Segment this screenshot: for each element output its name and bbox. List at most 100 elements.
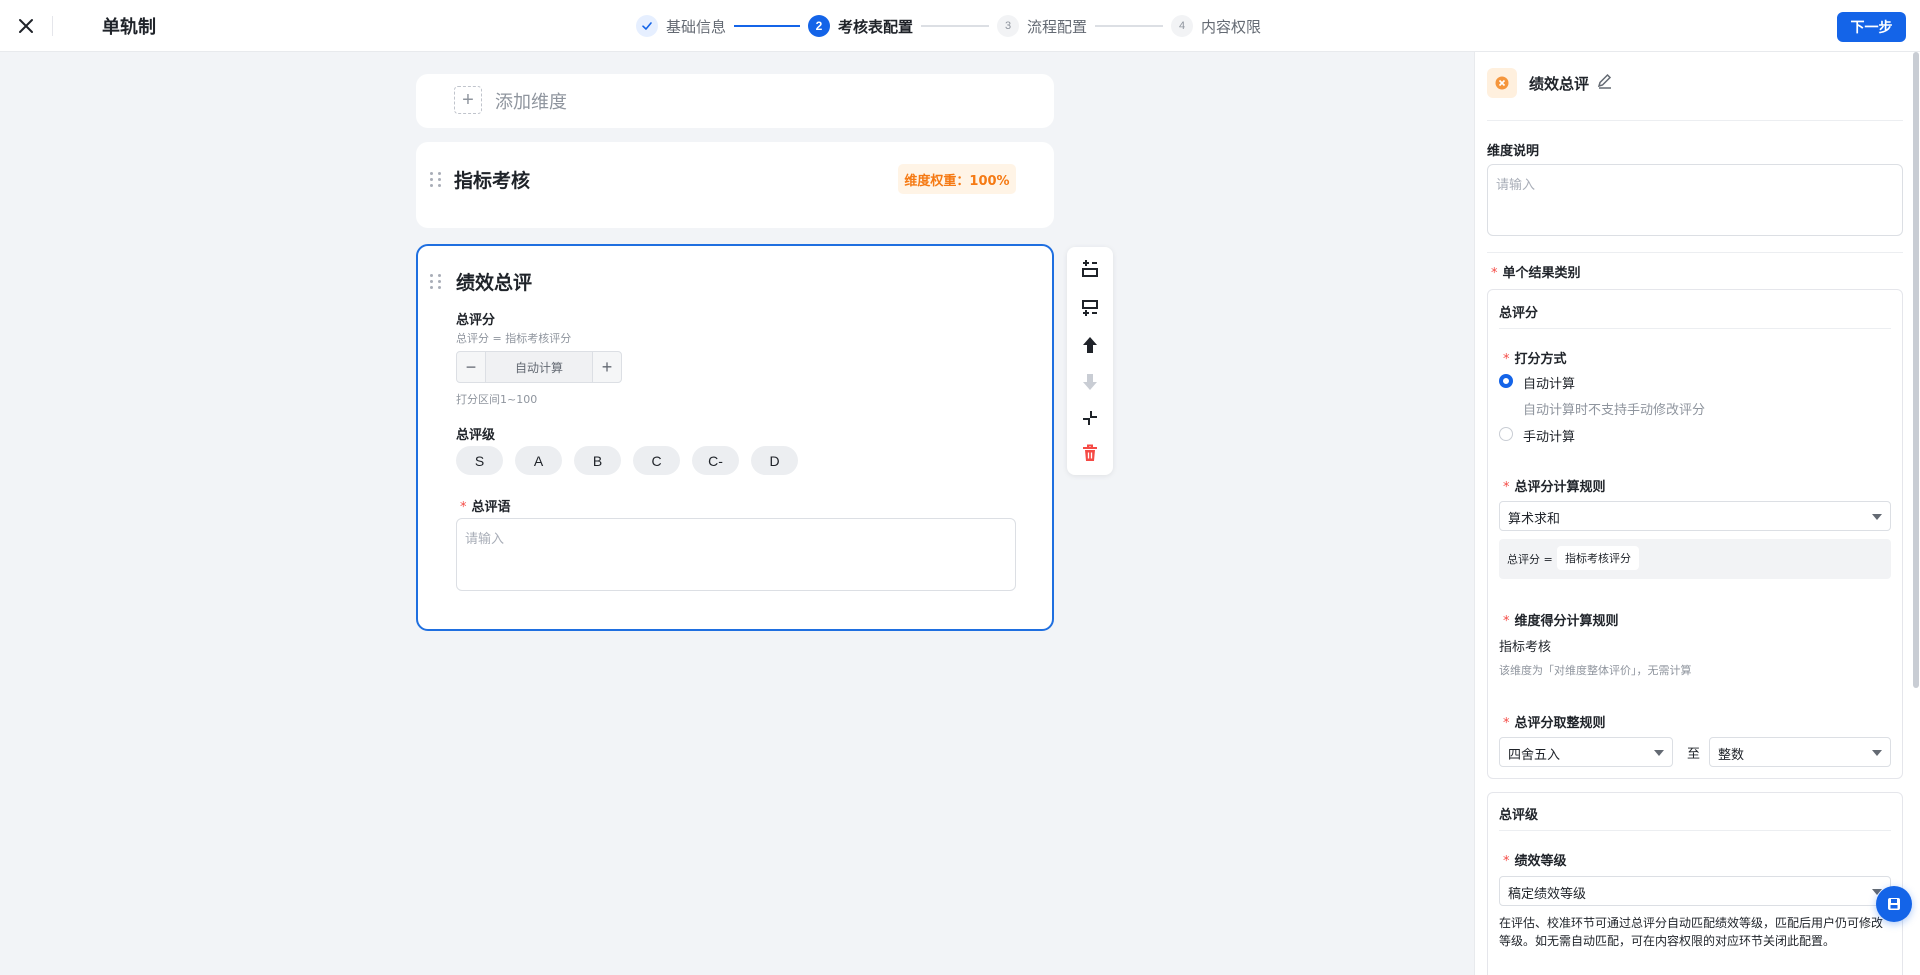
add-dimension-label: 添加维度 <box>495 92 567 113</box>
round-rule-label: * 总评分取整规则 <box>1503 716 1606 731</box>
dim-rule-label: * 维度得分计算规则 <box>1503 614 1619 629</box>
auto-hint: 自动计算时不支持手动修改评分 <box>1523 403 1706 418</box>
step-number: 4 <box>1171 15 1194 37</box>
select-value: 稿定绩效等级 <box>1508 887 1587 902</box>
step-basic-info[interactable]: 基础信息 <box>636 15 726 37</box>
dimension-title: 指标考核 <box>454 170 531 192</box>
calc-rule-select[interactable]: 算术求和 <box>1499 501 1891 531</box>
calc-rule-label: * 总评分计算规则 <box>1503 480 1606 495</box>
move-down-icon[interactable] <box>1078 370 1102 394</box>
comment-label: * 总评语 <box>460 500 511 515</box>
round-method-select[interactable]: 四舍五入 <box>1499 737 1673 767</box>
score-range-text: 打分区间1~100 <box>456 393 538 406</box>
total-grade-label: 总评级 <box>456 428 496 443</box>
stepper-value: 自动计算 <box>485 352 593 382</box>
radio-manual-label[interactable]: 手动计算 <box>1523 426 1575 445</box>
save-float-button[interactable] <box>1876 886 1912 922</box>
trash-icon[interactable] <box>1078 441 1102 465</box>
insert-above-icon[interactable] <box>1078 257 1102 281</box>
page-title: 单轨制 <box>102 17 156 38</box>
step-label: 流程配置 <box>1027 17 1088 36</box>
radio-auto[interactable] <box>1499 374 1513 388</box>
step-connector <box>734 25 801 27</box>
comment-textarea[interactable]: 请输入 <box>456 518 1016 591</box>
desc-textarea[interactable]: 请输入 <box>1487 164 1903 236</box>
drag-handle-icon[interactable] <box>430 274 442 290</box>
divider <box>1499 830 1891 831</box>
grade-pill[interactable]: C- <box>692 446 739 475</box>
dimension-type-icon <box>1487 68 1517 98</box>
round-unit-select[interactable]: 整数 <box>1709 737 1891 767</box>
move-up-icon[interactable] <box>1078 333 1102 357</box>
required-mark: * <box>1503 352 1510 367</box>
chevron-down-icon <box>1872 750 1882 756</box>
required-mark: * <box>1503 614 1510 629</box>
drag-handle-icon[interactable] <box>430 172 442 188</box>
grade-pill[interactable]: A <box>515 446 562 475</box>
desc-label: 维度说明 <box>1487 144 1540 159</box>
chevron-down-icon <box>1654 750 1664 756</box>
grade-pill[interactable]: C <box>633 446 680 475</box>
next-step-button[interactable]: 下一步 <box>1837 12 1906 42</box>
divider <box>1487 252 1903 253</box>
step-number: 2 <box>808 15 831 37</box>
total-score-label: 总评分 <box>456 313 496 328</box>
dimension-card-metric[interactable]: 指标考核 维度权重：100% <box>416 142 1054 228</box>
insert-below-icon[interactable] <box>1078 296 1102 320</box>
radio-manual[interactable] <box>1499 427 1513 441</box>
score-stepper: − 自动计算 + <box>456 351 622 383</box>
step-content-permission[interactable]: 4 内容权限 <box>1171 15 1261 37</box>
save-icon <box>1888 898 1900 910</box>
round-to-label: 至 <box>1687 747 1701 762</box>
step-label: 内容权限 <box>1201 17 1262 36</box>
result-type-label: * 单个结果类别 <box>1491 266 1581 281</box>
step-flow-config[interactable]: 3 流程配置 <box>997 15 1087 37</box>
step-number: 3 <box>997 15 1020 37</box>
score-formula-text: 总评分 = 指标考核评分 <box>456 332 572 345</box>
section-title: 总评分 <box>1499 306 1539 321</box>
collapse-icon[interactable] <box>1078 406 1102 430</box>
add-dimension-card[interactable]: + 添加维度 <box>416 74 1054 128</box>
dimension-card-performance[interactable]: 绩效总评 总评分 总评分 = 指标考核评分 − 自动计算 + 打分区间1~100… <box>416 244 1054 631</box>
check-icon <box>636 15 658 37</box>
dim-rule-item: 指标考核 <box>1499 640 1552 655</box>
select-value: 算术求和 <box>1508 512 1561 527</box>
dimension-title: 绩效总评 <box>456 272 533 294</box>
settings-panel: 绩效总评 维度说明 请输入 * 单个结果类别 总评分 * 打分方式 自动计算 自动计… <box>1474 52 1920 975</box>
edit-pencil-icon[interactable] <box>1595 71 1615 91</box>
grade-level-label: * 绩效等级 <box>1503 854 1567 869</box>
panel-scrollbar[interactable] <box>1913 52 1919 688</box>
dim-rule-hint: 该维度为「对维度整体评价」，无需计算 <box>1499 664 1692 677</box>
plus-icon[interactable]: + <box>593 352 621 382</box>
divider <box>1499 328 1891 329</box>
header-divider <box>52 16 53 36</box>
chevron-down-icon <box>1872 514 1882 520</box>
required-mark: * <box>1503 716 1510 731</box>
formula-item-tag: 指标考核评分 <box>1557 546 1639 570</box>
close-icon[interactable] <box>14 14 38 38</box>
select-value: 四舍五入 <box>1508 748 1561 763</box>
step-connector <box>921 25 990 27</box>
divider <box>1487 120 1903 121</box>
grade-pill[interactable]: D <box>751 446 798 475</box>
radio-auto-label[interactable]: 自动计算 <box>1523 373 1575 392</box>
step-form-config[interactable]: 2 考核表配置 <box>808 15 913 37</box>
grade-pill[interactable]: S <box>456 446 503 475</box>
card-toolbar <box>1067 247 1113 475</box>
stepper-nav: 基础信息 2 考核表配置 3 流程配置 4 内容权限 <box>636 13 1261 39</box>
top-bar: 单轨制 基础信息 2 考核表配置 3 流程配置 4 内容权限 下一步 <box>0 0 1920 52</box>
panel-title: 绩效总评 <box>1529 75 1590 93</box>
plus-icon: + <box>454 86 482 114</box>
grade-pill[interactable]: B <box>574 446 621 475</box>
weight-badge: 维度权重：100% <box>898 164 1016 194</box>
grade-level-select[interactable]: 稿定绩效等级 <box>1499 876 1891 906</box>
grade-hint: 在评估、校准环节可通过总评分自动匹配绩效等级，匹配后用户仍可修改等级。如无需自动… <box>1499 916 1884 948</box>
minus-icon[interactable]: − <box>457 352 485 382</box>
section-title: 总评级 <box>1499 808 1539 823</box>
score-method-label: * 打分方式 <box>1503 352 1567 367</box>
formula-box: 总评分 = 指标考核评分 <box>1499 539 1891 579</box>
required-mark: * <box>460 500 467 515</box>
select-value: 整数 <box>1718 748 1745 763</box>
required-mark: * <box>1491 266 1498 281</box>
formula-prefix: 总评分 = <box>1507 553 1553 566</box>
